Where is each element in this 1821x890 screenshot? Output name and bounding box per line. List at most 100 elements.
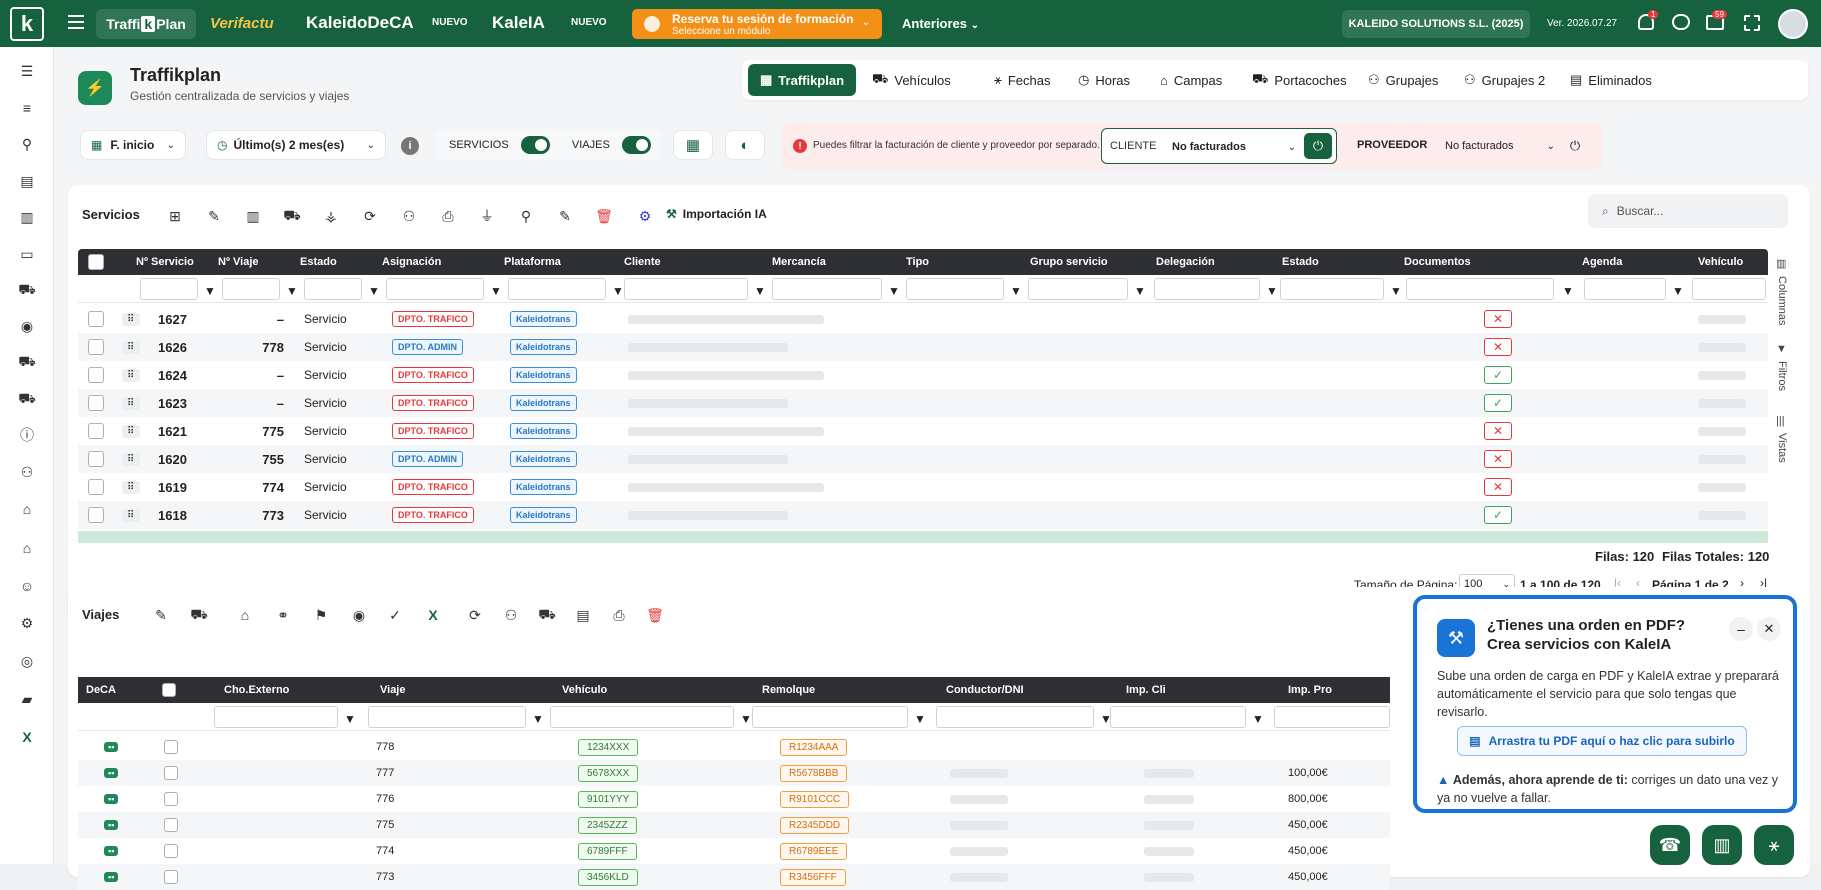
- dashboard-icon[interactable]: ☰: [17, 61, 37, 81]
- company-selector[interactable]: KALEIDO SOLUTIONS S.L. (2025): [1342, 10, 1530, 38]
- minimize-button[interactable]: –: [1729, 617, 1753, 641]
- filter-icon[interactable]: ▼: [1252, 712, 1264, 726]
- edit-list-icon[interactable]: ✎: [554, 205, 576, 227]
- table-row[interactable]: ⠿ 1624 – Servicio DPTO. TRAFICO Kaleidotrans ✓: [78, 361, 1768, 389]
- info-icon[interactable]: ⓘ: [17, 425, 37, 445]
- truck-settings-icon[interactable]: ⛟: [17, 280, 37, 300]
- filter-icon[interactable]: ▼: [286, 284, 298, 298]
- table-row[interactable]: ⠿ 1618 773 Servicio DPTO. TRAFICO Kaleidotran…: [78, 501, 1768, 529]
- wallet-icon[interactable]: ▭: [17, 244, 37, 264]
- truck-icon[interactable]: ⛟: [188, 604, 210, 626]
- tab-portacoches[interactable]: ⛟ Portacoches: [1240, 64, 1359, 96]
- camera-icon[interactable]: ◉: [17, 316, 37, 336]
- cell-documentos[interactable]: ✓: [1484, 361, 1512, 389]
- date-field-select[interactable]: ▦ F. inicio ⌄: [80, 130, 186, 160]
- filter-input[interactable]: [752, 706, 908, 728]
- tab-vehiculos[interactable]: ⛟ Vehículos: [860, 64, 963, 96]
- support-agent-button[interactable]: ☎: [1650, 825, 1690, 865]
- filter-input[interactable]: [624, 278, 748, 300]
- app-kaleido-link[interactable]: KaleidoDeCA: [306, 13, 414, 33]
- route-icon[interactable]: ⚲: [17, 134, 37, 154]
- filter-input[interactable]: [936, 706, 1094, 728]
- side-tab-columns[interactable]: ▥ Columnas: [1776, 257, 1796, 337]
- col-grupo-servicio[interactable]: Grupo servicio: [1024, 249, 1124, 275]
- row-checkbox[interactable]: [88, 339, 104, 355]
- col-documentos[interactable]: Documentos: [1398, 249, 1498, 275]
- edit-icon[interactable]: ✎: [150, 604, 172, 626]
- row-checkbox[interactable]: [164, 870, 178, 884]
- app-logo[interactable]: k: [10, 7, 44, 41]
- filter-input[interactable]: [1584, 278, 1666, 300]
- assign-user-icon[interactable]: ⚇: [500, 604, 522, 626]
- fullscreen-icon[interactable]: [1744, 15, 1760, 31]
- table-row[interactable]: ⠿ 1621 775 Servicio DPTO. TRAFICO Kaleidotran…: [78, 417, 1768, 445]
- grid-horizontal-scrollbar[interactable]: [78, 531, 1768, 543]
- cell-documentos[interactable]: ✕: [1484, 473, 1512, 501]
- list-icon[interactable]: ≡: [17, 98, 37, 118]
- file-copy-icon[interactable]: ▤: [572, 604, 594, 626]
- deca-icon[interactable]: ▪▪: [104, 812, 119, 838]
- add-icon[interactable]: ⊞: [164, 205, 186, 227]
- cliente-power-button[interactable]: ⏻: [1304, 133, 1332, 159]
- map-icon[interactable]: ▥: [242, 205, 264, 227]
- user-settings-icon[interactable]: ⚇: [17, 462, 37, 482]
- palette-button[interactable]: ◐: [725, 130, 765, 160]
- invoice-filter-button[interactable]: ▦: [673, 130, 713, 160]
- docs-book-button[interactable]: ▥: [1702, 825, 1742, 865]
- proveedor-power-button[interactable]: ⏻: [1563, 134, 1587, 158]
- tab-grupajes-2[interactable]: ⚇ Grupajes 2: [1452, 64, 1557, 96]
- col-estado[interactable]: Estado: [294, 249, 364, 275]
- filter-icon[interactable]: ▼: [204, 284, 216, 298]
- cell-documentos[interactable]: ✓: [1484, 501, 1512, 529]
- training-booking-button[interactable]: Reserva tu sesión de formación Seleccion…: [632, 9, 882, 39]
- proveedor-select[interactable]: No facturados ⌄: [1445, 134, 1555, 158]
- table-row[interactable]: ▪▪ 776 9101YYY R9101CCC 800,00€: [78, 786, 1390, 812]
- col-conductor[interactable]: Conductor/DNI: [940, 677, 1060, 703]
- cell-documentos[interactable]: ✓: [1484, 389, 1512, 417]
- delete-icon[interactable]: 🗑: [593, 205, 615, 227]
- filter-input[interactable]: [550, 706, 734, 728]
- excel-icon[interactable]: X: [17, 727, 37, 747]
- filter-input[interactable]: [1110, 706, 1246, 728]
- row-checkbox[interactable]: [164, 766, 178, 780]
- col-nservicio[interactable]: Nº Servicio: [130, 249, 210, 275]
- col-estado-2[interactable]: Estado: [1276, 249, 1356, 275]
- building-icon[interactable]: ⌂: [17, 538, 37, 558]
- row-checkbox[interactable]: [164, 844, 178, 858]
- app-traffikplan-link[interactable]: Traffi k Plan: [96, 9, 196, 39]
- truck-icon[interactable]: ⛟: [536, 604, 558, 626]
- filter-input[interactable]: [214, 706, 338, 728]
- period-select[interactable]: ◷ Último(s) 2 mes(es) ⌄: [206, 130, 386, 160]
- row-checkbox[interactable]: [88, 311, 104, 327]
- deca-icon[interactable]: ▪▪: [104, 786, 119, 812]
- drag-handle-icon[interactable]: ⠿: [122, 389, 141, 417]
- deca-icon[interactable]: ▪▪: [104, 838, 119, 864]
- filter-icon[interactable]: ▼: [1390, 284, 1402, 298]
- row-checkbox[interactable]: [88, 451, 104, 467]
- drag-handle-icon[interactable]: ⠿: [122, 305, 141, 333]
- filter-icon[interactable]: ▼: [490, 284, 502, 298]
- cell-documentos[interactable]: ✕: [1484, 417, 1512, 445]
- filter-icon[interactable]: ▼: [914, 712, 926, 726]
- menu-icon[interactable]: [68, 15, 84, 29]
- import-ia-button[interactable]: ⚒ Importación IA: [666, 207, 767, 221]
- col-imp-pro[interactable]: Imp. Pro: [1282, 677, 1362, 703]
- drag-handle-icon[interactable]: ⠿: [122, 501, 141, 529]
- document-icon[interactable]: ▥: [17, 207, 37, 227]
- filter-icon[interactable]: ▼: [368, 284, 380, 298]
- filter-icon[interactable]: ▼: [1134, 284, 1146, 298]
- filter-input[interactable]: [304, 278, 362, 300]
- table-row[interactable]: ▪▪ 773 3456KLD R3456FFF 450,00€: [78, 864, 1390, 890]
- truck-icon[interactable]: ⛟: [281, 205, 303, 227]
- select-all-checkbox[interactable]: [88, 254, 104, 270]
- tab-eliminados[interactable]: ▤ Eliminados: [1558, 64, 1664, 96]
- filter-input[interactable]: [906, 278, 1004, 300]
- col-vehiculo[interactable]: Vehículo: [556, 677, 656, 703]
- table-row[interactable]: ⠿ 1619 774 Servicio DPTO. TRAFICO Kaleidotran…: [78, 473, 1768, 501]
- row-checkbox[interactable]: [88, 507, 104, 523]
- row-checkbox[interactable]: [88, 423, 104, 439]
- close-button[interactable]: ✕: [1757, 617, 1781, 641]
- assign-user-icon[interactable]: ⚇: [398, 205, 420, 227]
- tab-grupajes[interactable]: ⚇ Grupajes: [1356, 64, 1450, 96]
- col-agenda[interactable]: Agenda: [1576, 249, 1636, 275]
